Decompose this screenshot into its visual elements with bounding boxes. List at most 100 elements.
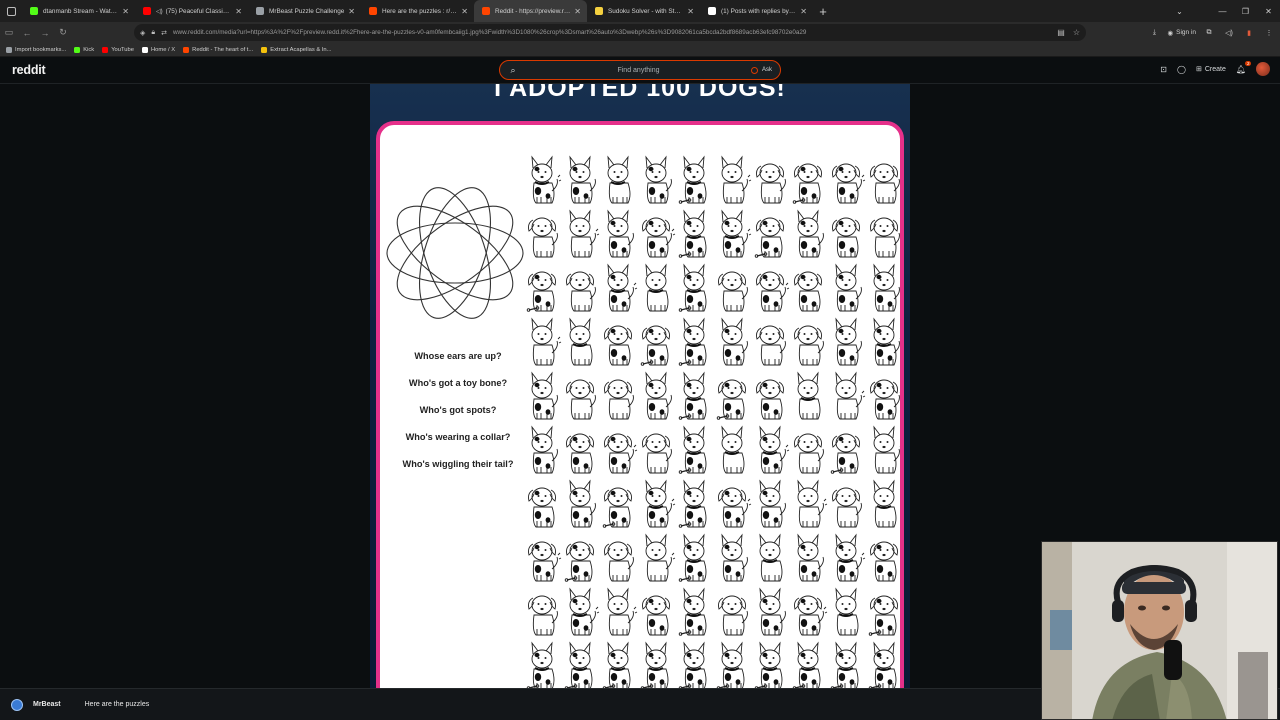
dog-illustration [835,263,862,312]
dog-illustration [678,209,707,258]
tab-close-icon[interactable]: ✕ [348,7,355,16]
post-title[interactable]: Here are the puzzles [85,701,150,708]
bookmark-favicon-icon [6,46,12,53]
sidebar-toggle-icon[interactable]: ▭ [0,27,18,38]
restore-button[interactable]: ❐ [1234,7,1257,16]
dog-illustration [645,479,676,528]
reader-view-icon[interactable]: ▤ [1057,28,1065,37]
bookmark-item[interactable]: YouTube [102,46,134,53]
dog-illustration [873,317,900,366]
bookmark-label: Import bookmarks... [15,46,67,53]
chat-icon[interactable]: ◯ [1177,65,1186,74]
tab-close-icon[interactable]: ✕ [122,7,129,16]
dog-illustration [835,317,862,366]
user-avatar[interactable] [1256,62,1270,76]
window-controls: ⌄ — ❐ ✕ [1168,0,1280,22]
address-bar[interactable]: ◈ 🔒︎ ⇄ www.reddit.com/media?url=https%3A… [134,24,1086,41]
dog-illustration [873,263,900,312]
browser-tab[interactable]: Sudoku Solver - with Step by St ✕ [587,0,700,22]
dog-illustration [604,379,634,420]
dog-grid [526,155,900,688]
browser-tab[interactable]: dtanmanb Stream - Watch Live ✕ [22,0,135,22]
dog-illustration [716,379,746,420]
forward-button[interactable]: → [36,28,54,38]
dog-illustration [528,595,558,636]
notifications-button[interactable]: 🔔︎ 2 [1236,60,1251,74]
browser-tab[interactable]: ◁)(75) Peaceful Classical Musi✕ [135,0,248,22]
tab-close-icon[interactable]: ✕ [687,7,694,16]
browser-tab[interactable]: Reddit - https://preview.redd.it ✕ [474,0,587,22]
dog-illustration [604,541,634,582]
dog-illustration [792,163,822,204]
dog-illustration [569,209,600,258]
tab-audio-icon[interactable]: ◁) [156,8,163,15]
tab-search-icon[interactable]: ⌄ [1168,7,1191,16]
dog-illustration [756,163,786,204]
bookmark-label: Kick [83,46,95,53]
minimize-button[interactable]: — [1211,7,1234,16]
bookmark-label: Extract Acapellas & In... [270,46,332,53]
ask-button[interactable]: Ask [750,66,780,74]
site-settings-icon[interactable]: ⇄ [161,29,167,37]
extension-badge-icon[interactable]: ▮ [1242,29,1256,37]
dog-illustration [569,317,593,366]
create-button[interactable]: ⊞ Create [1196,65,1226,74]
bookmark-item[interactable]: Import bookmarks... [6,46,67,53]
browser-tab-bar: dtanmanb Stream - Watch Live✕◁)(75) Peac… [0,0,1280,22]
subreddit-name[interactable]: MrBeast [33,701,61,708]
dog-illustration [754,217,784,258]
download-icon[interactable]: ⤓ [1147,29,1161,37]
bookmark-item[interactable]: Extract Acapellas & In... [261,46,332,53]
dog-illustration [531,371,558,420]
browser-tab[interactable]: (1) Posts with replies by MrBeas ✕ [700,0,813,22]
tab-title: Sudoku Solver - with Step by St [608,7,683,15]
tab-close-icon[interactable]: ✕ [235,7,242,16]
dog-illustration [794,595,828,636]
bookmark-item[interactable]: Kick [74,46,95,53]
bookmark-star-icon[interactable]: ☆ [1073,28,1080,37]
tab-favicon-icon [143,7,151,15]
reload-button[interactable]: ↻ [54,27,72,38]
dog-illustration [870,379,900,420]
tab-actions-icon[interactable] [0,0,22,22]
dog-illustration [607,587,638,636]
subreddit-avatar[interactable] [11,698,23,711]
close-window-button[interactable]: ✕ [1257,7,1280,16]
search-input[interactable]: Find anything [526,67,751,74]
dog-illustration [642,217,676,258]
dog-illustration [645,155,672,204]
bookmark-item[interactable]: Reddit - The heart of t... [183,46,253,53]
menu-icon[interactable]: ⋮ [1262,29,1276,37]
tab-close-icon[interactable]: ✕ [574,7,581,16]
question-list: Whose ears are up? Who's got a toy bone? W… [388,351,528,486]
new-tab-button[interactable]: + [813,4,833,19]
ads-icon[interactable]: ⊡ [1160,65,1167,74]
dog-illustration [642,595,670,636]
speaker-icon[interactable]: ◁) [1222,29,1236,37]
dog-illustration [678,641,707,688]
dog-illustration [566,271,596,312]
dog-illustration [832,217,860,258]
puzzle-question: Who's wiggling their tail? [402,459,514,469]
browser-tab[interactable]: Here are the puzzles : r/MrBeast✕ [361,0,474,22]
dog-illustration [759,587,786,636]
dog-illustration [566,379,596,420]
lock-icon[interactable]: 🔒︎ [151,29,155,37]
dog-illustration [678,479,707,528]
tab-close-icon[interactable]: ✕ [800,7,807,16]
dog-illustration [564,541,594,582]
back-button[interactable]: ← [18,28,36,38]
dog-illustration [604,433,638,474]
reddit-logo[interactable]: reddit [12,63,46,77]
tab-close-icon[interactable]: ✕ [461,7,468,16]
dog-illustration [607,155,631,204]
dog-illustration [832,163,866,204]
browser-tab[interactable]: MrBeast Puzzle Challenge ✕ [248,0,361,22]
search-bar[interactable]: ⌕ Find anything Ask [499,60,781,80]
bookmark-favicon-icon [102,46,109,53]
bookmark-item[interactable]: Home / X [141,46,175,53]
url-text[interactable]: www.reddit.com/media?url=https%3A%2F%2Fp… [173,29,1043,36]
shield-icon[interactable]: ◈ [140,29,145,37]
extensions-icon[interactable]: ⧉ [1202,29,1216,37]
sign-in-button[interactable]: ◉ Sign in [1167,29,1196,37]
